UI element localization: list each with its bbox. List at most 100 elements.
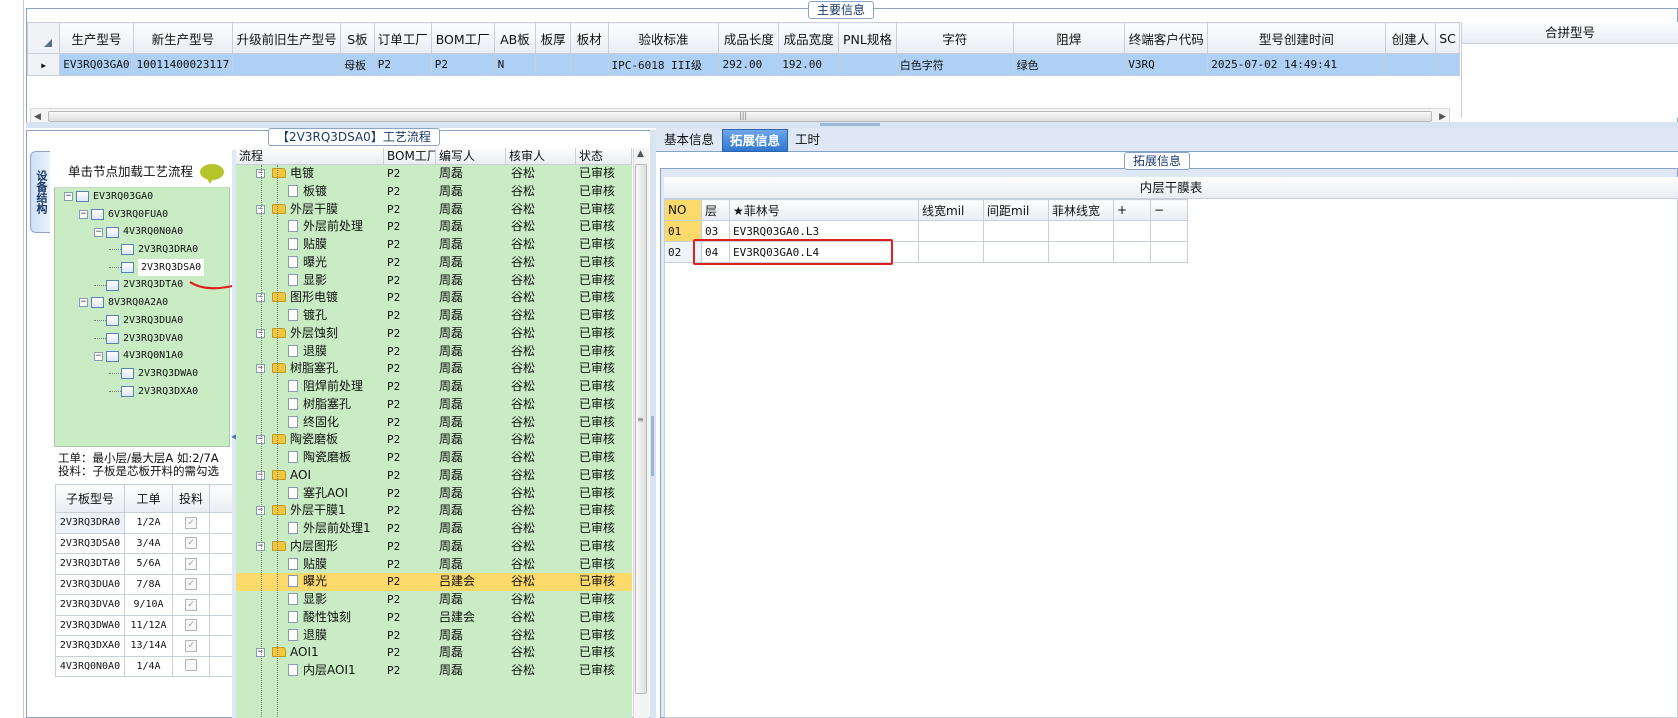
process-row[interactable]: 贴膜 P2 周磊 谷松 已审核 xyxy=(236,556,632,574)
tab-extended-info[interactable]: 拓展信息 xyxy=(722,129,789,152)
table-cell[interactable]: 白色字符 xyxy=(895,53,1014,76)
main-col-header[interactable]: 字符 xyxy=(895,22,1014,54)
tree-node[interactable]: 2V3RQ3DXA0 xyxy=(60,383,230,401)
process-row[interactable]: 陶瓷磨板 P2 周磊 谷松 已审核 xyxy=(236,449,632,467)
process-row[interactable]: 塞孔AOI P2 周磊 谷松 已审核 xyxy=(236,485,632,503)
collapse-toggle-icon[interactable]: − xyxy=(79,298,88,308)
table-cell[interactable]: EV3RQ03GA0 xyxy=(59,53,134,76)
sub-col-header[interactable]: 投料 xyxy=(172,484,210,513)
table-cell[interactable]: N xyxy=(493,53,537,76)
film-col-header[interactable]: NO xyxy=(664,199,702,221)
process-row[interactable]: − 外层干膜1 P2 周磊 谷松 已审核 xyxy=(236,502,632,520)
process-row[interactable]: 显影 P2 周磊 谷松 已审核 xyxy=(236,272,632,290)
process-row[interactable]: 终固化 P2 周磊 谷松 已审核 xyxy=(236,414,632,432)
table-cell[interactable]: 绿色 xyxy=(1012,53,1126,76)
process-col-header[interactable]: 核审人 xyxy=(506,148,576,164)
process-row[interactable]: 曝光 P2 吕建会 谷松 已审核 xyxy=(236,573,632,591)
table-cell[interactable]: V3RQ xyxy=(1124,53,1209,76)
process-row[interactable]: 阻焊前处理 P2 周磊 谷松 已审核 xyxy=(236,378,632,396)
process-col-header[interactable]: 编写人 xyxy=(436,148,506,164)
tree-node-label[interactable]: 2V3RQ3DRA0 xyxy=(138,241,198,259)
collapse-toggle-icon[interactable]: − xyxy=(79,210,88,220)
process-row[interactable]: − 外层干膜 P2 周磊 谷松 已审核 xyxy=(236,201,632,219)
row-pointer-icon[interactable]: ▶ xyxy=(27,53,61,76)
process-row[interactable]: 退膜 P2 周磊 谷松 已审核 xyxy=(236,627,632,645)
main-col-header[interactable]: 验收标准 xyxy=(607,22,720,54)
feed-cell[interactable]: ✓ xyxy=(172,532,210,554)
film-cell[interactable] xyxy=(1113,241,1151,263)
process-row[interactable]: − AOI1 P2 周磊 谷松 已审核 xyxy=(236,644,632,662)
table-row[interactable]: 2V3RQ3DXA0 13/14A ✓ xyxy=(55,635,234,657)
tree-node[interactable]: − 4V3RQ0N1A0 xyxy=(60,347,230,365)
table-cell[interactable]: 192.00 xyxy=(778,53,839,76)
sub-model-cell[interactable]: 2V3RQ3DVA0 xyxy=(55,594,125,616)
film-cell[interactable] xyxy=(1150,220,1188,242)
tree-node-label[interactable]: 2V3RQ3DTA0 xyxy=(123,276,183,294)
table-cell[interactable]: P2 xyxy=(373,53,432,76)
row-header-corner[interactable] xyxy=(27,22,61,54)
workorder-cell[interactable]: 11/12A xyxy=(124,614,173,636)
table-cell[interactable]: 10011400023117 xyxy=(132,53,234,76)
feed-checkbox[interactable]: ✓ xyxy=(185,516,197,529)
tree-node-label[interactable]: 2V3RQ3DUA0 xyxy=(123,312,183,330)
process-row[interactable]: − 陶瓷磨板 P2 周磊 谷松 已审核 xyxy=(236,431,632,449)
sub-model-cell[interactable]: 2V3RQ3DWA0 xyxy=(55,614,125,636)
film-cell[interactable] xyxy=(1048,220,1114,242)
sub-model-cell[interactable]: 2V3RQ3DRA0 xyxy=(55,512,125,534)
process-row[interactable]: 显影 P2 周磊 谷松 已审核 xyxy=(236,591,632,609)
film-col-header[interactable]: 线宽mil xyxy=(918,199,984,221)
film-col-header[interactable]: + xyxy=(1113,199,1151,221)
table-cell[interactable] xyxy=(535,53,571,76)
tree-node[interactable]: 2V3RQ3DUA0 xyxy=(60,312,230,330)
process-row[interactable]: − 电镀 P2 周磊 谷松 已审核 xyxy=(236,165,632,183)
scroll-thumb[interactable]: ||| xyxy=(48,111,1432,122)
process-row[interactable]: − 外层蚀刻 P2 周磊 谷松 已审核 xyxy=(236,325,632,343)
process-vscrollbar[interactable]: ▲ ≡ xyxy=(633,148,649,718)
feed-checkbox[interactable]: ✓ xyxy=(185,537,197,550)
main-col-header[interactable]: BOM工厂 xyxy=(430,22,495,54)
table-cell[interactable] xyxy=(1384,53,1437,76)
tree-node[interactable]: − 8V3RQ0A2A0 xyxy=(60,294,230,312)
process-row[interactable]: 贴膜 P2 周磊 谷松 已审核 xyxy=(236,236,632,254)
film-cell[interactable] xyxy=(1113,220,1151,242)
table-row[interactable]: 2V3RQ3DTA0 5/6A ✓ xyxy=(55,553,234,575)
table-row[interactable]: 2V3RQ3DWA0 11/12A ✓ xyxy=(55,614,234,636)
feed-cell[interactable]: ✓ xyxy=(172,512,210,534)
main-col-header[interactable]: 阻焊 xyxy=(1012,22,1126,54)
process-row[interactable]: − 图形电镀 P2 周磊 谷松 已审核 xyxy=(236,289,632,307)
vertical-splitter-grip-icon[interactable] xyxy=(651,416,654,476)
sub-model-cell[interactable]: 2V3RQ3DXA0 xyxy=(55,635,125,657)
main-col-header[interactable]: 型号创建时间 xyxy=(1207,22,1386,54)
workorder-cell[interactable]: 1/4A xyxy=(124,655,173,677)
film-cell[interactable] xyxy=(918,241,984,263)
tree-node[interactable]: − 4V3RQ0N0A0 xyxy=(60,223,230,241)
sub-col-header[interactable]: 工单 xyxy=(124,484,173,513)
main-col-header[interactable]: 生产型号 xyxy=(59,22,134,54)
process-row[interactable]: 树脂塞孔 P2 周磊 谷松 已审核 xyxy=(236,396,632,414)
film-cell[interactable] xyxy=(1150,241,1188,263)
tree-node-label[interactable]: EV3RQ03GA0 xyxy=(93,188,153,206)
table-row[interactable]: 2V3RQ3DUA0 7/8A ✓ xyxy=(55,573,234,595)
tree-node[interactable]: − 6V3RQ0FUA0 xyxy=(60,206,230,224)
film-cell[interactable] xyxy=(918,220,984,242)
table-row[interactable]: 2V3RQ3DVA0 9/10A ✓ xyxy=(55,594,234,616)
main-col-header[interactable]: 升级前旧生产型号 xyxy=(232,22,342,54)
feed-cell[interactable]: ✓ xyxy=(172,614,210,636)
workorder-cell[interactable]: 1/2A xyxy=(124,512,173,534)
tree-node-label[interactable]: 2V3RQ3DWA0 xyxy=(138,365,198,383)
main-col-header[interactable]: SC xyxy=(1435,22,1460,54)
film-cell[interactable] xyxy=(1048,241,1114,263)
tab-device-structure[interactable]: 设备结构 xyxy=(30,151,50,233)
table-cell[interactable] xyxy=(1435,53,1460,76)
film-col-header[interactable]: 间距mil xyxy=(983,199,1049,221)
table-row[interactable]: ▶ EV3RQ03GA0 10011400023117 母板 P2 P2 N IPC-6018… xyxy=(27,53,1460,76)
sub-col-header[interactable]: 子板型号 xyxy=(55,484,125,513)
process-row[interactable]: 外层前处理 P2 周磊 谷松 已审核 xyxy=(236,218,632,236)
tree-node[interactable]: 2V3RQ3DWA0 xyxy=(60,365,230,383)
scroll-up-icon[interactable]: ▲ xyxy=(637,149,644,159)
main-col-header[interactable]: 成品长度 xyxy=(718,22,780,54)
main-col-header[interactable]: 新生产型号 xyxy=(132,22,234,54)
workorder-cell[interactable]: 13/14A xyxy=(124,635,173,657)
feed-checkbox[interactable]: ✓ xyxy=(185,639,197,652)
tree-node-label[interactable]: 8V3RQ0A2A0 xyxy=(108,294,168,312)
